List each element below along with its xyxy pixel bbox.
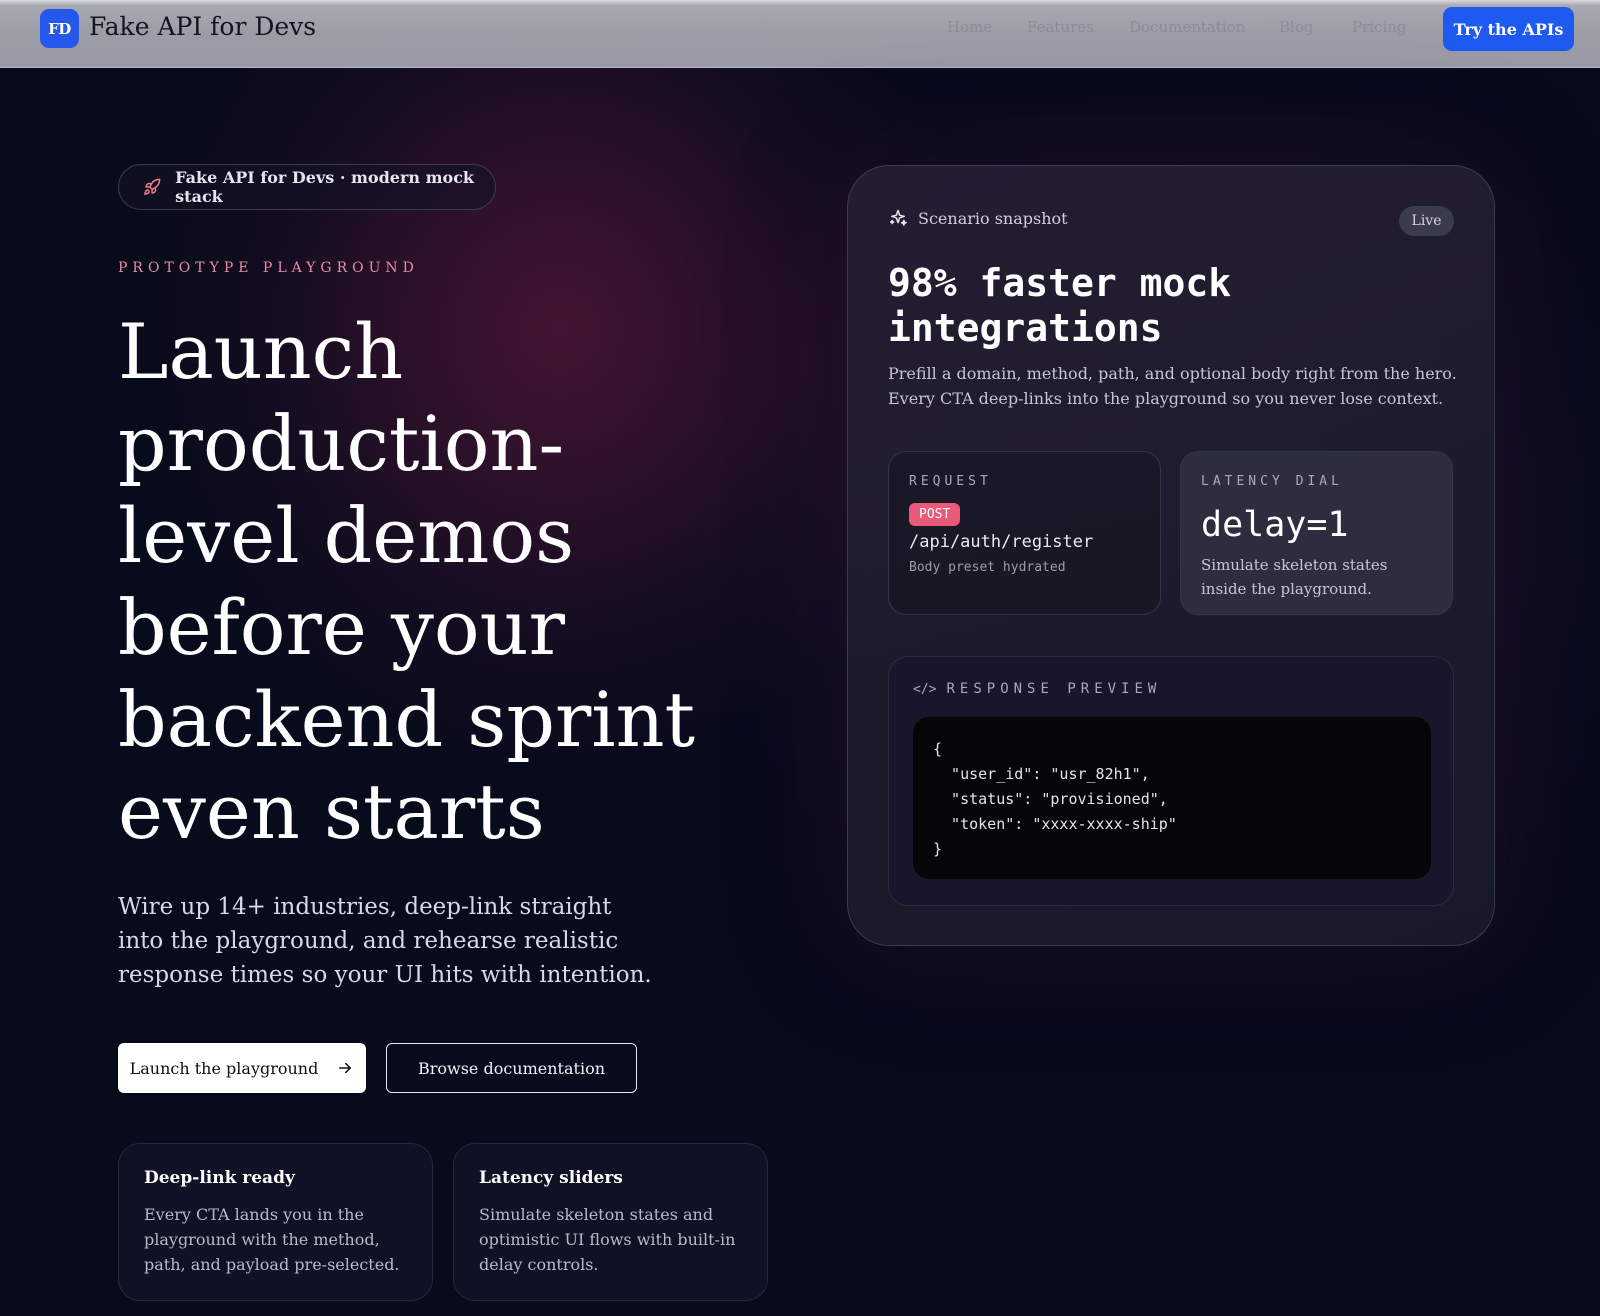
arrow-right-icon xyxy=(339,1062,352,1074)
response-preview-panel: </> RESPONSE PREVIEW { "user_id": "usr_8… xyxy=(888,656,1454,906)
hero-pill: Fake API for Devs · modern mock stack xyxy=(118,164,496,210)
live-badge: Live xyxy=(1399,206,1454,236)
logo-badge[interactable]: FD xyxy=(40,9,79,48)
code-line: "token": "xxxx-xxxx-ship" xyxy=(933,815,1177,833)
headline-line: even starts xyxy=(118,767,545,856)
launch-playground-label: Launch the playground xyxy=(129,1058,319,1078)
headline-line: backend sprint xyxy=(118,675,696,764)
headline-line: before your xyxy=(118,583,565,672)
rocket-icon xyxy=(144,178,161,195)
feature-title: Deep-link ready xyxy=(144,1168,295,1188)
hero-pill-text: Fake API for Devs · modern mock stack xyxy=(175,168,475,206)
launch-playground-button[interactable]: Launch the playground xyxy=(118,1043,366,1093)
card-description-line: Every CTA deep-links into the playground… xyxy=(888,389,1444,408)
code-line: "status": "provisioned", xyxy=(933,790,1168,808)
feature-body: Every CTA lands you in the playground wi… xyxy=(144,1205,400,1274)
card-description: Prefill a domain, method, path, and opti… xyxy=(888,361,1458,411)
lede-line: Wire up 14+ industries, deep-link straig… xyxy=(118,894,612,920)
headline-line: production- xyxy=(118,399,565,488)
code-line: } xyxy=(933,840,943,858)
code-line: { xyxy=(933,740,943,758)
card-label: Scenario snapshot xyxy=(888,208,1068,228)
latency-panel: LATENCY DIAL delay=1 Simulate skeleton s… xyxy=(1180,451,1453,615)
feature-body: Simulate skeleton states and optimistic … xyxy=(479,1205,736,1274)
nav-link-documentation[interactable]: Documentation xyxy=(1129,18,1245,36)
code-icon: </> xyxy=(913,681,937,697)
response-preview-header: </> RESPONSE PREVIEW xyxy=(913,681,1429,697)
latency-value: delay=1 xyxy=(1201,505,1349,545)
response-code-block: { "user_id": "usr_82h1", "status": "prov… xyxy=(913,717,1431,879)
sparkle-icon xyxy=(889,209,907,226)
request-note: Body preset hydrated xyxy=(909,560,1066,575)
nav-link-pricing[interactable]: Pricing xyxy=(1352,18,1407,36)
card-title-line: 98% faster mock xyxy=(888,261,1232,305)
scenario-snapshot-card: Scenario snapshot Live 98% faster mock i… xyxy=(847,165,1495,946)
card-title: 98% faster mock integrations xyxy=(888,261,1448,351)
lede-line: response times so your UI hits with inte… xyxy=(118,962,652,988)
headline-line: level demos xyxy=(118,491,575,580)
method-badge: POST xyxy=(909,503,961,526)
latency-kicker: LATENCY DIAL xyxy=(1201,474,1343,489)
lede-line: into the playground, and rehearse realis… xyxy=(118,928,619,954)
hero-kicker: PROTOTYPE PLAYGROUND xyxy=(118,260,419,276)
request-panel: REQUEST POST /api/auth/register Body pre… xyxy=(888,451,1161,615)
latency-note: Simulate skeleton states inside the play… xyxy=(1201,556,1388,598)
nav-link-blog[interactable]: Blog xyxy=(1279,18,1313,36)
top-nav: FD Fake API for Devs Home Features Docum… xyxy=(0,0,1600,68)
try-apis-button[interactable]: Try the APIs xyxy=(1443,7,1574,51)
feature-card-latency: Latency sliders Simulate skeleton states… xyxy=(453,1143,768,1301)
browse-documentation-button[interactable]: Browse documentation xyxy=(386,1043,637,1093)
hero-lede: Wire up 14+ industries, deep-link straig… xyxy=(118,890,652,992)
code-line: "user_id": "usr_82h1", xyxy=(933,765,1150,783)
card-title-line: integrations xyxy=(888,306,1163,350)
hero-headline: Launch production- level demos before yo… xyxy=(118,306,758,858)
request-path: /api/auth/register xyxy=(909,532,1094,552)
feature-title: Latency sliders xyxy=(479,1168,623,1188)
request-kicker: REQUEST xyxy=(909,474,992,489)
headline-line: Launch xyxy=(118,307,404,396)
feature-card-deep-link: Deep-link ready Every CTA lands you in t… xyxy=(118,1143,433,1301)
nav-link-home[interactable]: Home xyxy=(947,18,992,36)
response-preview-kicker: RESPONSE PREVIEW xyxy=(946,681,1162,697)
card-label-text: Scenario snapshot xyxy=(918,208,1068,228)
card-description-line: Prefill a domain, method, path, and opti… xyxy=(888,364,1457,383)
nav-link-features[interactable]: Features xyxy=(1027,18,1094,36)
brand-name[interactable]: Fake API for Devs xyxy=(89,12,316,41)
